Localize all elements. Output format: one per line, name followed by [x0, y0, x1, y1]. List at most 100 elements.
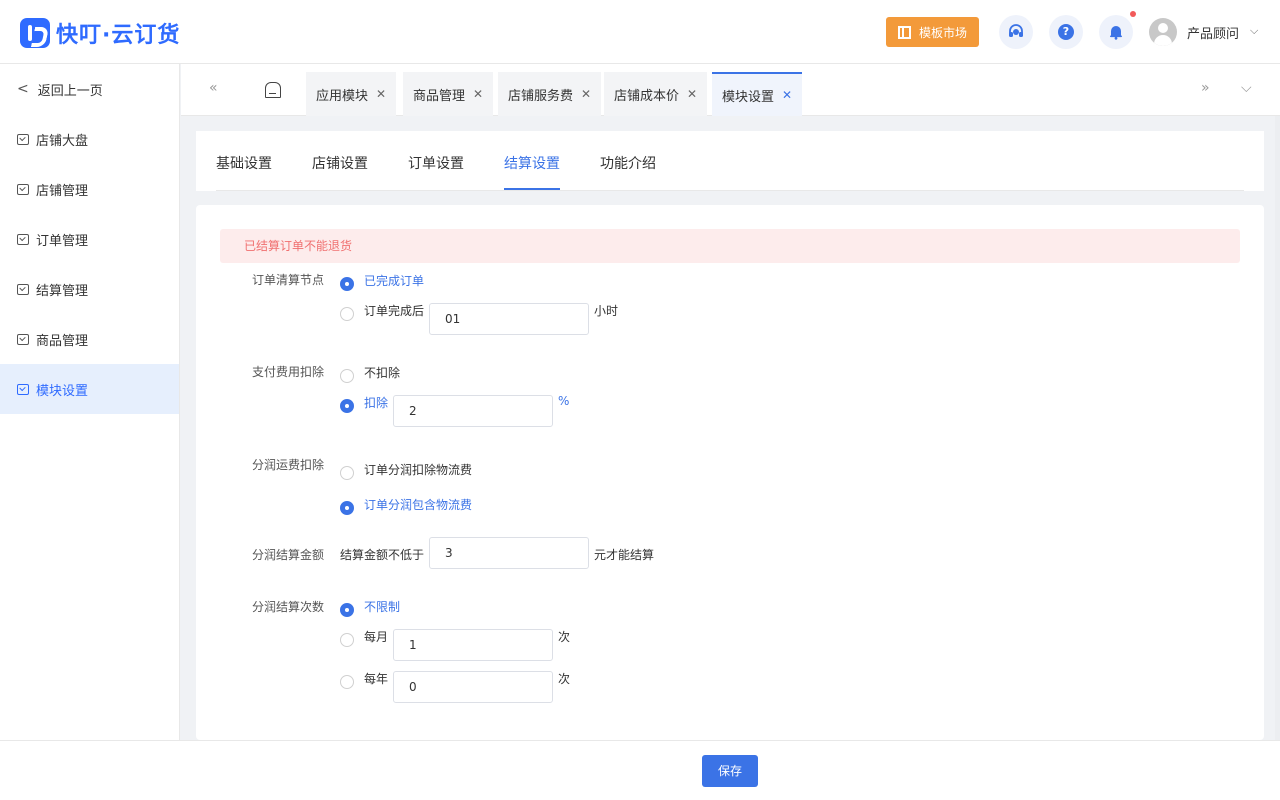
sidebar-item-store-dashboard[interactable]: 店铺大盘 [0, 114, 179, 164]
tab-store-cost-price[interactable]: 店铺成本价 ✕ [604, 72, 708, 116]
customer-service-button[interactable] [999, 15, 1033, 49]
count-monthly-unit: 次 [558, 630, 571, 644]
footer-bar: 保存 [0, 740, 1280, 800]
settle-amount-label: 分润结算金额 [252, 548, 325, 562]
help-icon: ? [1058, 24, 1074, 40]
clearing-completed-label[interactable]: 已完成订单 [364, 272, 424, 289]
notification-button[interactable] [1099, 15, 1133, 49]
chevron-down-icon[interactable]: ⌵ [1250, 24, 1258, 38]
save-button[interactable]: 保存 [702, 755, 758, 787]
sidebar-item-label: 店铺大盘 [36, 133, 89, 149]
subtab-basic-settings[interactable]: 基础设置 [216, 153, 272, 173]
count-unlimited-radio[interactable] [340, 603, 354, 617]
tab-label: 店铺服务费 [508, 88, 574, 104]
page-tabs-bar: « 应用模块 ✕ 商品管理 ✕ 店铺服务费 ✕ 店铺成本价 ✕ 模块设置 ✕ »… [181, 64, 1280, 116]
fee-deduct-radio[interactable] [340, 399, 354, 413]
close-icon[interactable]: ✕ [473, 87, 483, 101]
count-monthly-radio[interactable] [340, 633, 354, 647]
menu-icon [17, 383, 29, 395]
shipping-deduct-option-label[interactable]: 订单分润扣除物流费 [364, 461, 472, 478]
settle-amount-input[interactable]: 3 [429, 537, 589, 569]
chevron-left-icon: < [17, 81, 29, 97]
subtab-settlement-settings[interactable]: 结算设置 [504, 153, 560, 190]
fee-no-deduct-label[interactable]: 不扣除 [364, 364, 400, 381]
count-monthly-input[interactable]: 1 [393, 629, 553, 661]
home-icon[interactable] [265, 82, 281, 98]
template-market-label: 模板市场 [918, 25, 967, 40]
subtab-store-settings[interactable]: 店铺设置 [312, 153, 368, 173]
count-unlimited-label[interactable]: 不限制 [364, 598, 400, 615]
logo-text: 快叮·云订货 [56, 23, 181, 48]
sidebar-item-label: 商品管理 [36, 333, 89, 349]
sidebar-item-module-settings[interactable]: 模块设置 [0, 364, 179, 414]
menu-icon [17, 233, 29, 245]
help-button[interactable]: ? [1049, 15, 1083, 49]
settlement-settings-form: 已结算订单不能退货 订单清算节点 已完成订单 订单完成后 01 小时 支付费用扣… [196, 205, 1264, 740]
warning-alert: 已结算订单不能退货 [220, 229, 1240, 263]
sidebar-item-product-management[interactable]: 商品管理 [0, 314, 179, 364]
shipping-deduct-radio[interactable] [340, 466, 354, 480]
tab-app-modules[interactable]: 应用模块 ✕ [306, 72, 397, 116]
payment-fee-label: 支付费用扣除 [252, 365, 325, 379]
close-icon[interactable]: ✕ [376, 87, 386, 101]
fee-percent-input[interactable]: 2 [393, 395, 553, 427]
bell-icon [1110, 26, 1122, 40]
sidebar-item-order-management[interactable]: 订单管理 [0, 214, 179, 264]
avatar[interactable] [1149, 18, 1177, 46]
shipping-include-option-label[interactable]: 订单分润包含物流费 [364, 496, 472, 513]
fee-deduct-label[interactable]: 扣除 [364, 394, 388, 411]
tabs-next-icon[interactable]: » [1201, 80, 1210, 96]
close-icon[interactable]: ✕ [687, 87, 697, 101]
count-yearly-radio[interactable] [340, 675, 354, 689]
fee-percent-unit: % [558, 394, 570, 408]
headset-icon [1009, 24, 1023, 37]
vertical-scrollbar[interactable] [1275, 116, 1280, 740]
tabs-menu-chevron-icon[interactable]: ⌵ [1241, 80, 1252, 96]
count-yearly-label[interactable]: 每年 [364, 670, 388, 687]
menu-icon [17, 333, 29, 345]
clearing-hours-input[interactable]: 01 [429, 303, 589, 335]
template-market-button[interactable]: 模板市场 [886, 17, 979, 47]
logo[interactable]: 快叮·云订货 [20, 17, 180, 49]
template-icon [897, 25, 911, 39]
notification-badge [1130, 11, 1136, 17]
count-yearly-unit: 次 [558, 672, 571, 686]
back-button[interactable]: < 返回上一页 [0, 64, 179, 114]
sidebar-item-store-management[interactable]: 店铺管理 [0, 164, 179, 214]
clearing-completed-radio[interactable] [340, 277, 354, 291]
sidebar-item-label: 结算管理 [36, 283, 89, 299]
tab-label: 店铺成本价 [614, 88, 680, 104]
tab-module-settings[interactable]: 模块设置 ✕ [712, 72, 803, 116]
tabs-prev-icon[interactable]: « [209, 80, 218, 96]
tab-product-management[interactable]: 商品管理 ✕ [403, 72, 494, 116]
sidebar-item-label: 店铺管理 [36, 183, 89, 199]
clearing-hours-unit: 小时 [594, 304, 619, 318]
count-yearly-input[interactable]: 0 [393, 671, 553, 703]
sidebar: < 返回上一页 店铺大盘 店铺管理 订单管理 结算管理 商品管理 模块设置 [0, 64, 180, 740]
shipping-deduct-label: 分润运费扣除 [252, 458, 325, 472]
settle-count-label: 分润结算次数 [252, 600, 325, 614]
menu-icon [17, 133, 29, 145]
logo-mark-icon [20, 18, 50, 48]
subtabs-divider [216, 190, 1244, 191]
fee-no-deduct-radio[interactable] [340, 369, 354, 383]
tab-label: 模块设置 [722, 89, 775, 105]
settle-amount-prefix: 结算金额不低于 [340, 548, 425, 562]
close-icon[interactable]: ✕ [581, 87, 591, 101]
close-icon[interactable]: ✕ [782, 88, 792, 102]
subtab-feature-intro[interactable]: 功能介绍 [600, 153, 656, 173]
clearing-after-radio[interactable] [340, 307, 354, 321]
menu-icon [17, 283, 29, 295]
count-monthly-label[interactable]: 每月 [364, 628, 388, 645]
sidebar-item-label: 订单管理 [36, 233, 89, 249]
settle-amount-suffix: 元才能结算 [594, 548, 655, 562]
back-label: 返回上一页 [37, 83, 103, 99]
menu-icon [17, 183, 29, 195]
tab-label: 商品管理 [413, 88, 466, 104]
subtab-order-settings[interactable]: 订单设置 [408, 153, 464, 173]
clearing-after-label[interactable]: 订单完成后 [364, 302, 424, 319]
sidebar-item-settlement-management[interactable]: 结算管理 [0, 264, 179, 314]
shipping-include-radio[interactable] [340, 501, 354, 515]
user-name[interactable]: 产品顾问 [1187, 23, 1239, 42]
tab-store-service-fee[interactable]: 店铺服务费 ✕ [498, 72, 602, 116]
